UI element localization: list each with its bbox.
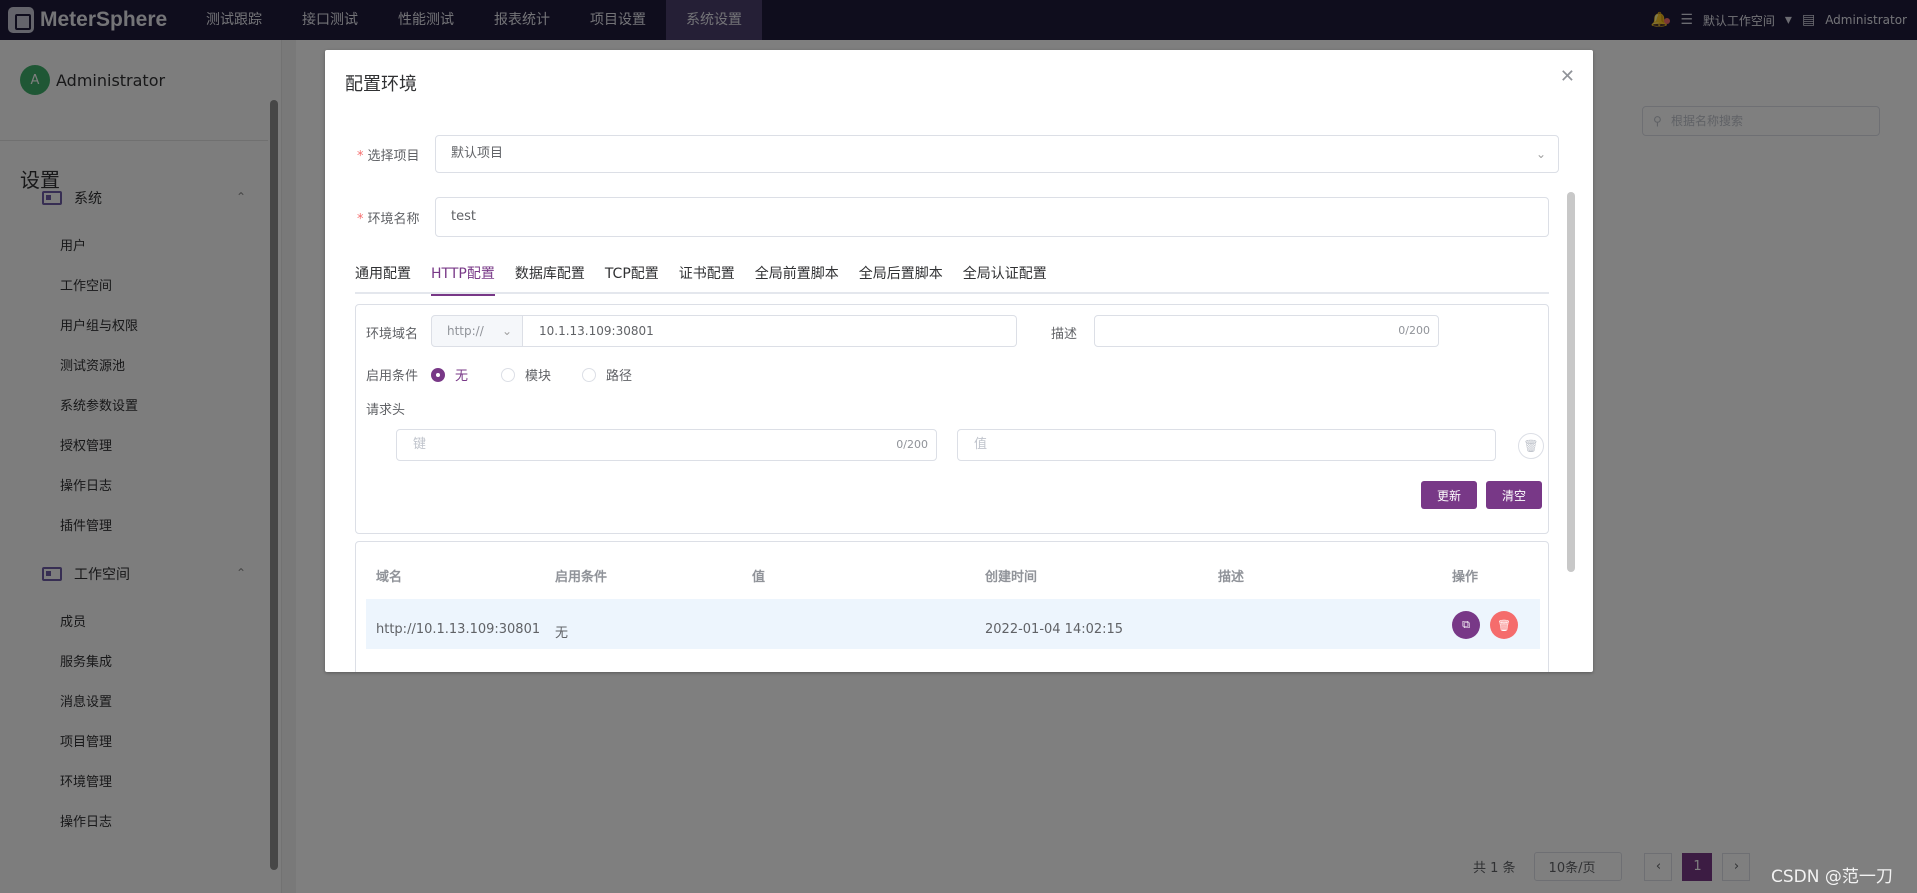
env-config-tabs: 通用配置 HTTP配置 数据库配置 TCP配置 证书配置 全局前置脚本 全局后置… [355,264,1549,296]
project-label: * 选择项目 [357,149,420,164]
tab-common-config[interactable]: 通用配置 [355,264,411,294]
env-name-label: * 环境名称 [357,212,420,227]
tab-certificate-config[interactable]: 证书配置 [679,264,735,294]
condition-radio-none[interactable]: 无 [431,365,468,384]
http-config-table: 域名 启用条件 值 创建时间 描述 操作 http://10.1.13.109:… [355,541,1549,672]
env-name-input[interactable]: test [435,197,1549,237]
config-environment-dialog: 配置环境 ✕ * 选择项目 默认项目 ⌄ * 环境名称 test 通用配置 HTTP… [325,50,1593,672]
header-key-placeholder: 键 [413,437,427,452]
dialog-title: 配置环境 [345,74,417,95]
description-input[interactable]: 0/200 [1094,315,1439,347]
condition-radio-path[interactable]: 路径 [582,365,632,384]
condition-radio-module[interactable]: 模块 [501,365,551,384]
row-condition: 无 [555,626,569,641]
delete-header-icon[interactable]: 🗑 [1518,433,1544,459]
chevron-down-icon: ⌄ [1535,147,1546,161]
column-header-condition: 启用条件 [555,570,608,585]
domain-input[interactable]: 10.1.13.109:30801 [523,315,1017,347]
radio-dot [582,367,596,382]
column-header-created-time: 创建时间 [985,570,1038,585]
column-header-value: 值 [752,570,766,585]
header-key-input[interactable]: 键 0/200 [396,429,937,461]
radio-dot [501,367,515,382]
tab-global-pre-script[interactable]: 全局前置脚本 [755,264,839,294]
protocol-value: http:// [447,324,484,338]
chevron-down-icon: ⌄ [501,324,512,338]
description-counter: 0/200 [1398,324,1430,337]
domain-label: 环境域名 [366,327,419,342]
update-button[interactable]: 更新 [1421,481,1477,509]
http-config-panel: 环境域名 http:// ⌄ 10.1.13.109:30801 描述 0/20… [355,304,1549,534]
tab-global-post-script[interactable]: 全局后置脚本 [859,264,943,294]
tab-database-config[interactable]: 数据库配置 [515,264,585,294]
row-created-time: 2022-01-04 14:02:15 [985,622,1124,637]
description-label: 描述 [1051,327,1078,342]
condition-label: 启用条件 [366,369,419,384]
row-domain: http://10.1.13.109:30801 [376,622,541,637]
headers-label: 请求头 [366,403,406,418]
close-icon[interactable]: ✕ [1560,66,1575,87]
column-header-actions: 操作 [1452,570,1479,585]
clear-button[interactable]: 清空 [1486,481,1542,509]
column-header-domain: 域名 [376,570,403,585]
tab-global-auth-config[interactable]: 全局认证配置 [963,264,1047,294]
radio-dot [431,367,445,382]
watermark-text: CSDN @范一刀 [1771,867,1893,887]
project-select-value: 默认项目 [451,146,504,161]
delete-icon[interactable]: 🗑 [1490,611,1518,639]
column-header-description: 描述 [1218,570,1245,585]
protocol-select[interactable]: http:// ⌄ [431,315,523,347]
tab-http-config[interactable]: HTTP配置 [431,264,495,296]
dialog-scrollbar[interactable] [1567,192,1575,572]
table-row[interactable]: http://10.1.13.109:30801 无 2022-01-04 14… [366,599,1540,649]
tab-tcp-config[interactable]: TCP配置 [605,264,659,294]
header-value-input[interactable]: 值 [957,429,1496,461]
copy-icon[interactable]: ⧉ [1452,611,1480,639]
project-select[interactable]: 默认项目 ⌄ [435,135,1559,173]
header-key-counter: 0/200 [896,438,928,451]
